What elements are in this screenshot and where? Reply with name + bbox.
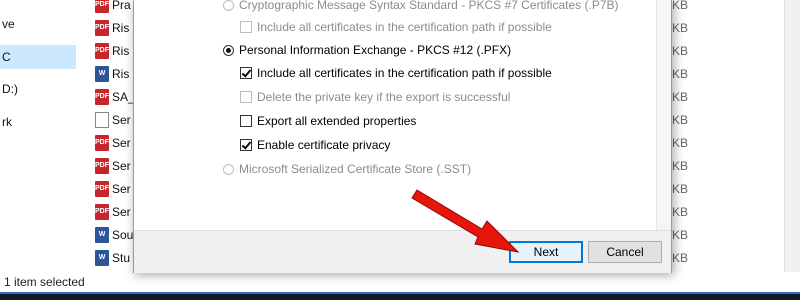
nav-item-drive[interactable]: ve (0, 12, 76, 36)
pfx-include-checkbox[interactable] (240, 67, 252, 79)
delete-key-label: Delete the private key if the export is … (257, 90, 511, 104)
pfx-include-label: Include all certificates in the certific… (257, 66, 552, 80)
option-pfx-include[interactable]: Include all certificates in the certific… (240, 66, 552, 80)
file-row[interactable]: Ser (95, 109, 131, 131)
file-row[interactable]: W Ris (95, 63, 129, 85)
certificate-export-dialog: Cryptographic Message Syntax Standard - … (133, 0, 672, 273)
pdf-file-icon: PDF (95, 135, 109, 151)
delete-key-checkbox[interactable] (240, 91, 252, 103)
pdf-file-icon: PDF (95, 204, 109, 220)
file-row[interactable]: W Sou (95, 224, 133, 246)
file-row[interactable]: PDF SA_ (95, 86, 135, 108)
file-row[interactable]: PDF Pra (95, 0, 131, 16)
nav-item-network[interactable]: rk (0, 110, 76, 134)
sst-label: Microsoft Serialized Certificate Store (… (239, 162, 472, 176)
taskbar-accent (0, 292, 800, 294)
file-size: KB (672, 159, 689, 173)
pdf-file-icon: PDF (95, 181, 109, 197)
file-row[interactable]: WStu (95, 247, 130, 269)
file-size: KB (672, 136, 689, 150)
file-name: Ser (112, 182, 131, 196)
option-export-props[interactable]: Export all extended properties (240, 114, 416, 128)
file-name: Pra (112, 0, 131, 12)
nav-item-selected[interactable]: C (0, 45, 76, 69)
privacy-checkbox[interactable] (240, 139, 252, 151)
sst-radio[interactable] (223, 163, 234, 175)
file-size: KB (672, 0, 689, 12)
export-props-checkbox[interactable] (240, 115, 252, 127)
option-pfx[interactable]: Personal Information Exchange - PKCS #12… (223, 43, 511, 57)
file-name: Ris (112, 21, 130, 35)
size-column: KBKBKBKBKBKBKBKBKBKBKBKBKB (672, 0, 700, 288)
file-name: Sou (112, 228, 134, 242)
word-file-icon: W (95, 227, 109, 243)
file-size: KB (672, 182, 689, 196)
file-name: Ser (112, 113, 131, 127)
file-row[interactable]: PDF Ris (95, 40, 129, 62)
pkcs7-label: Cryptographic Message Syntax Standard - … (239, 0, 619, 12)
file-name: SA_ (112, 90, 135, 104)
explorer-scrollbar[interactable] (784, 0, 800, 272)
pdf-file-icon: PDF (95, 158, 109, 174)
file-list: PDF Pra PDF Ris PDF Ris W Ris PDF SA_ Ser PDF Ser PDF… (80, 0, 140, 289)
pdf-file-icon: PDF (95, 0, 109, 13)
file-size: KB (672, 44, 689, 58)
file-size: KB (672, 90, 689, 104)
status-bar: 1 item selected (0, 272, 800, 292)
file-row[interactable]: PDF Ser (95, 178, 131, 200)
pkcs7-radio[interactable] (223, 0, 234, 11)
file-row[interactable]: PDF Ser (95, 155, 131, 177)
file-name: Ser (112, 205, 131, 219)
option-pkcs7[interactable]: Cryptographic Message Syntax Standard - … (223, 0, 619, 12)
file-name: Ser (112, 159, 131, 173)
pdf-file-icon: PDF (95, 89, 109, 105)
privacy-label: Enable certificate privacy (257, 138, 391, 152)
txt-file-icon (95, 112, 109, 128)
navigation-pane: ve C D:) rk (0, 0, 80, 272)
pkcs7-include-checkbox[interactable] (240, 21, 252, 33)
file-size: KB (672, 205, 689, 219)
file-name: Ris (112, 44, 130, 58)
pfx-radio[interactable] (223, 44, 234, 56)
file-name: Stu (112, 251, 131, 265)
file-row[interactable]: PDF Ser (95, 132, 131, 154)
pfx-label: Personal Information Exchange - PKCS #12… (239, 43, 512, 57)
option-sst[interactable]: Microsoft Serialized Certificate Store (… (223, 162, 471, 176)
word-file-icon: W (95, 250, 109, 266)
file-size: KB (672, 251, 689, 265)
file-name: Ris (112, 67, 130, 81)
file-size: KB (672, 113, 689, 127)
pdf-file-icon: PDF (95, 43, 109, 59)
file-size: KB (672, 21, 689, 35)
file-size: KB (672, 67, 689, 81)
option-delete-key[interactable]: Delete the private key if the export is … (240, 90, 510, 104)
next-button[interactable]: Next (509, 241, 583, 263)
file-row[interactable]: PDF Ris (95, 17, 129, 39)
option-pkcs7-include[interactable]: Include all certificates in the certific… (240, 20, 552, 34)
pdf-file-icon: PDF (95, 20, 109, 36)
cancel-button[interactable]: Cancel (588, 241, 662, 263)
option-privacy[interactable]: Enable certificate privacy (240, 138, 390, 152)
dialog-footer: Next Cancel (134, 230, 671, 273)
file-size: KB (672, 228, 689, 242)
dialog-scrollbar[interactable] (656, 0, 671, 230)
file-row[interactable]: PDF Ser (95, 201, 131, 223)
file-name: Ser (112, 136, 131, 150)
pkcs7-include-label: Include all certificates in the certific… (257, 20, 552, 34)
word-file-icon: W (95, 66, 109, 82)
export-props-label: Export all extended properties (257, 114, 417, 128)
nav-item-disk[interactable]: D:) (0, 77, 76, 101)
status-text: 1 item selected (4, 275, 85, 289)
